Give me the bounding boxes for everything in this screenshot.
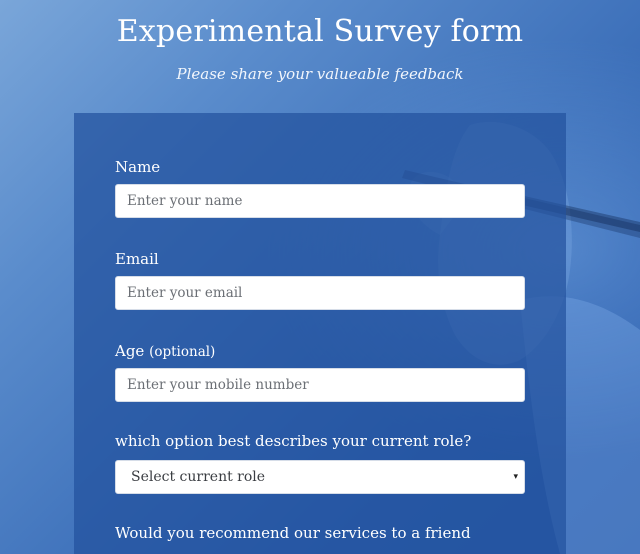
email-label: Email — [115, 249, 159, 269]
name-input[interactable] — [115, 184, 525, 218]
name-label-text: Name — [115, 158, 161, 176]
page-subtitle: Please share your valueable feedback — [176, 65, 464, 83]
chevron-down-icon: ▾ — [513, 472, 518, 482]
role-select-value: Select current role — [131, 469, 266, 485]
age-label-text: Age — [115, 342, 145, 360]
role-label: which option best describes your current… — [115, 431, 471, 451]
recommend-label-text: Would you recommend our services to a fr… — [115, 524, 471, 542]
age-label: Age (optional) — [115, 341, 215, 362]
role-label-text: which option best describes your current… — [115, 432, 472, 450]
email-input[interactable] — [115, 276, 525, 310]
age-input[interactable] — [115, 368, 525, 402]
name-label: Name — [115, 157, 160, 177]
recommend-label: Would you recommend our services to a fr… — [115, 523, 471, 543]
role-select[interactable]: Select current role ▾ — [115, 460, 525, 494]
page-title: Experimental Survey form — [116, 14, 524, 49]
survey-form: Name Email Age (optional) which option b… — [74, 113, 566, 554]
age-optional-note: (optional) — [149, 344, 216, 360]
email-label-text: Email — [115, 250, 159, 268]
